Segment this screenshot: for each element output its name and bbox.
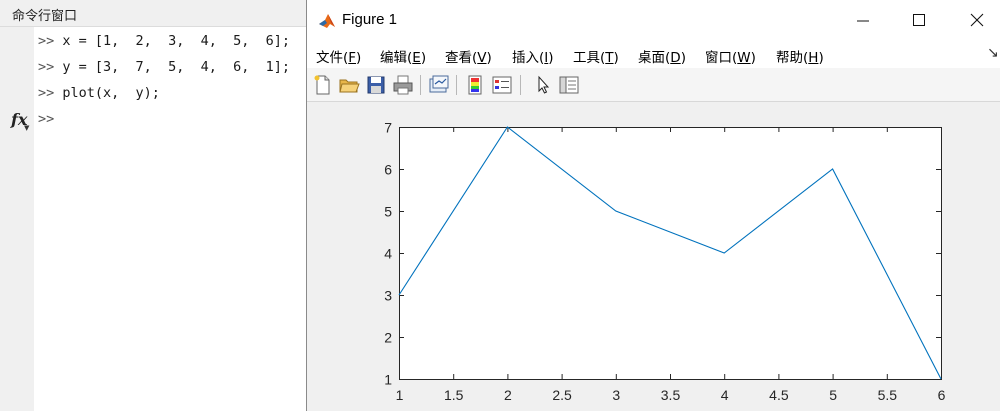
- close-button[interactable]: [963, 8, 991, 32]
- menu-insert[interactable]: 插入(I): [512, 46, 554, 66]
- menu-shortcut: F: [348, 50, 357, 66]
- command-prompt: >>: [38, 33, 55, 49]
- menu-label: 桌面(: [638, 50, 671, 66]
- menu-suffix: ): [548, 50, 554, 66]
- minimize-button[interactable]: [849, 8, 877, 32]
- line-chart[interactable]: 1 1.5 2 2.5 3 3.5 4 4.5 5 5.5 6 1 2 3 4 5 6 7: [307, 102, 1000, 411]
- toolbar-separator: [420, 75, 421, 95]
- figure-menubar: 文件(F) 编辑(E) 查看(V) 插入(I) 工具(T) 桌面(D) 窗口(W…: [307, 40, 1000, 68]
- y-tick-label: 6: [384, 162, 392, 178]
- command-input-line[interactable]: >>: [38, 111, 54, 127]
- command-prompt: >>: [38, 59, 55, 75]
- menu-suffix: ): [486, 50, 492, 66]
- menu-edit[interactable]: 编辑(E): [380, 46, 426, 66]
- x-tick-label: 6: [938, 387, 946, 403]
- figure-window: Figure 1 文件(F) 编辑(E) 查看(V) 插入(I) 工具(T) 桌…: [306, 0, 1000, 411]
- menu-shortcut: D: [670, 50, 681, 66]
- menu-window[interactable]: 窗口(W): [705, 46, 756, 66]
- print-icon[interactable]: [392, 74, 414, 96]
- y-tick-label: 5: [384, 204, 392, 220]
- menu-suffix: ): [420, 50, 427, 66]
- y-tick-label: 4: [384, 246, 392, 262]
- new-figure-icon[interactable]: [312, 74, 334, 96]
- menu-label: 插入(: [512, 50, 545, 66]
- figure-titlebar[interactable]: Figure 1: [307, 0, 1000, 40]
- minimize-icon: [857, 20, 869, 22]
- menu-label: 帮助(: [776, 50, 809, 66]
- link-plot-icon[interactable]: [428, 74, 450, 96]
- command-prompt: >>: [38, 85, 55, 101]
- menu-label: 编辑(: [380, 50, 413, 66]
- y-tick-label: 2: [384, 330, 392, 346]
- dock-arrow-icon[interactable]: ↘: [987, 45, 999, 61]
- menu-view[interactable]: 查看(V): [445, 46, 492, 66]
- menu-shortcut: H: [808, 50, 819, 66]
- x-tick-label: 5.5: [878, 387, 898, 403]
- insert-legend-icon[interactable]: [491, 74, 513, 96]
- x-tick-label: 1.5: [444, 387, 464, 403]
- x-tick-label: 3: [612, 387, 620, 403]
- matlab-logo-icon: [317, 11, 337, 31]
- x-tick-label: 4: [721, 387, 729, 403]
- command-prompt: >>: [38, 111, 55, 127]
- menu-label: 文件(: [316, 50, 349, 66]
- menu-suffix: ): [356, 50, 362, 66]
- command-text: y = [3, 7, 5, 4, 6, 1];: [62, 59, 290, 75]
- x-tick-label: 1: [396, 387, 404, 403]
- x-tick-label: 2.5: [552, 387, 572, 403]
- menu-suffix: ): [818, 50, 824, 66]
- command-window-body[interactable]: >> x = [1, 2, 3, 4, 5, 6]; >> y = [3, 7,…: [34, 27, 306, 411]
- y-tick-label: 3: [384, 288, 392, 304]
- command-line: >> plot(x, y);: [38, 85, 160, 101]
- edit-plot-icon[interactable]: [532, 74, 554, 96]
- maximize-button[interactable]: [905, 8, 933, 32]
- command-window-gutter: [0, 27, 34, 411]
- menu-suffix: ): [680, 50, 686, 66]
- toolbar-separator: [520, 75, 521, 95]
- menu-help[interactable]: 帮助(H): [776, 46, 824, 66]
- plot-area: 1 1.5 2 2.5 3 3.5 4 4.5 5 5.5 6 1 2 3 4 5 6 7: [307, 102, 1000, 411]
- axes-box: [399, 127, 942, 380]
- save-icon[interactable]: [365, 74, 387, 96]
- x-tick-label: 5: [829, 387, 837, 403]
- property-editor-icon[interactable]: [558, 74, 580, 96]
- menu-desktop[interactable]: 桌面(D): [638, 46, 686, 66]
- menu-shortcut: V: [477, 50, 487, 66]
- menu-shortcut: T: [605, 50, 614, 66]
- menu-label: 工具(: [573, 50, 606, 66]
- command-window-titlebar: 命令行窗口: [0, 0, 306, 27]
- x-tick-label: 2: [504, 387, 512, 403]
- command-line: >> y = [3, 7, 5, 4, 6, 1];: [38, 59, 290, 75]
- fx-dropdown-icon[interactable]: ▼: [24, 124, 29, 132]
- y-tick-label: 7: [384, 120, 392, 136]
- open-file-icon[interactable]: [338, 74, 360, 96]
- close-icon: [970, 13, 984, 27]
- menu-label: 窗口(: [705, 50, 738, 66]
- toolbar-separator: [456, 75, 457, 95]
- x-tick-label: 3.5: [661, 387, 681, 403]
- command-line: >> x = [1, 2, 3, 4, 5, 6];: [38, 33, 290, 49]
- command-text: plot(x, y);: [62, 85, 160, 101]
- command-window: 命令行窗口 fx ▼ >> x = [1, 2, 3, 4, 5, 6]; >>…: [0, 0, 306, 411]
- figure-toolbar: [307, 68, 1000, 102]
- menu-shortcut: W: [737, 50, 751, 66]
- menu-suffix: ): [750, 50, 756, 66]
- menu-file[interactable]: 文件(F): [316, 46, 361, 66]
- command-window-title: 命令行窗口: [12, 9, 78, 24]
- maximize-icon: [913, 14, 925, 26]
- x-tick-label: 4.5: [769, 387, 789, 403]
- figure-title: Figure 1: [342, 11, 398, 28]
- menu-label: 查看(: [445, 50, 478, 66]
- insert-colorbar-icon[interactable]: [464, 74, 486, 96]
- y-tick-label: 1: [384, 372, 392, 388]
- menu-suffix: ): [613, 50, 619, 66]
- command-text: x = [1, 2, 3, 4, 5, 6];: [62, 33, 290, 49]
- menu-shortcut: E: [412, 50, 421, 66]
- menu-tools[interactable]: 工具(T): [573, 46, 619, 66]
